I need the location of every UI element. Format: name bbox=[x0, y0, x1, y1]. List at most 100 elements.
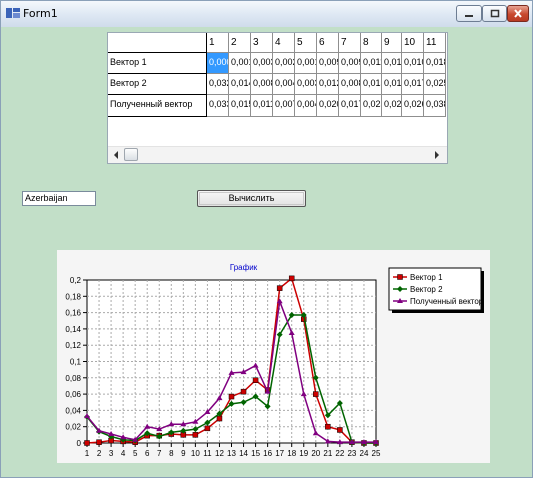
grid-row-header[interactable]: Вектор 2 bbox=[108, 74, 207, 95]
app-icon bbox=[6, 8, 20, 18]
calculate-button[interactable]: Вычислить bbox=[197, 190, 306, 207]
grid-cell[interactable]: 0,015 bbox=[382, 74, 402, 95]
grid-cell[interactable]: 0,011 bbox=[251, 95, 273, 117]
grid-cell[interactable]: 0,033 bbox=[207, 95, 229, 117]
calculate-button-focus-rect bbox=[199, 192, 304, 205]
x-tick-label: 18 bbox=[287, 449, 296, 458]
grid-column-header[interactable]: 4 bbox=[273, 33, 295, 53]
grid-cell[interactable]: 0,008 bbox=[251, 74, 273, 95]
x-tick-label: 2 bbox=[97, 449, 102, 458]
grid-cell[interactable]: 0,008 bbox=[339, 74, 361, 95]
y-tick-label: 0,12 bbox=[65, 341, 81, 350]
grid-column-header[interactable]: 1 bbox=[207, 33, 229, 53]
legend-label: Вектор 2 bbox=[410, 285, 443, 294]
grid-cell[interactable]: 0,020 bbox=[317, 95, 339, 117]
x-tick-label: 5 bbox=[133, 449, 138, 458]
grid-cell[interactable]: 0,010 bbox=[382, 53, 402, 74]
data-point-square bbox=[216, 415, 223, 422]
x-tick-label: 12 bbox=[215, 449, 224, 458]
grid-cell[interactable]: 0,015 bbox=[229, 95, 251, 117]
data-point-square bbox=[84, 440, 90, 446]
grid-column-header[interactable]: 3 bbox=[251, 33, 273, 53]
data-point-square bbox=[325, 423, 331, 430]
x-tick-label: 16 bbox=[263, 449, 272, 458]
legend-marker-square bbox=[397, 274, 403, 280]
scroll-left-arrow[interactable] bbox=[108, 147, 124, 163]
grid-cell[interactable]: 0,023 bbox=[361, 95, 382, 117]
data-point-square bbox=[192, 432, 199, 438]
grid-cell[interactable]: 0,017 bbox=[402, 74, 424, 95]
grid-column-header[interactable]: 7 bbox=[339, 33, 361, 53]
x-tick-label: 24 bbox=[360, 449, 369, 458]
x-tick-label: 20 bbox=[311, 449, 320, 458]
grid-cell[interactable]: 0,017 bbox=[339, 95, 361, 117]
grid-cell[interactable]: 0,025 bbox=[424, 74, 446, 95]
app-window: Form1 0,0380,0260,0230,0230,0170,0200,00… bbox=[0, 0, 533, 478]
grid-column-header[interactable]: 8 bbox=[361, 33, 382, 53]
grid-column-header[interactable]: 11 bbox=[424, 33, 446, 53]
x-tick-label: 19 bbox=[299, 449, 308, 458]
grid-cell[interactable]: 0,018 bbox=[424, 53, 446, 74]
x-tick-label: 3 bbox=[109, 449, 114, 458]
x-tick-label: 25 bbox=[372, 449, 381, 458]
chart-panel: 0 0,02 0,04 0,06 0,08 0,1 0,12 0,14 0,16 0,18 0,2 1… bbox=[57, 250, 490, 463]
grid-cell[interactable]: 0,000 bbox=[207, 53, 229, 74]
grid-cell[interactable]: 0,038 bbox=[424, 95, 446, 117]
grid-cell[interactable]: 0,001 bbox=[229, 53, 251, 74]
minimize-button[interactable] bbox=[456, 5, 482, 22]
grid-cell[interactable]: 0,004 bbox=[273, 74, 295, 95]
grid-cell[interactable]: 0,026 bbox=[402, 95, 424, 117]
data-point-square bbox=[240, 388, 247, 395]
grid-cell[interactable]: 0,009 bbox=[339, 53, 361, 74]
grid-cell[interactable]: 0,003 bbox=[251, 53, 273, 74]
y-tick-label: 0,06 bbox=[65, 390, 81, 399]
chart-title: График bbox=[230, 263, 258, 272]
data-grid[interactable]: 0,0380,0260,0230,0230,0170,0200,0040,007… bbox=[107, 32, 448, 164]
grid-cell[interactable]: 0,003 bbox=[295, 74, 317, 95]
x-tick-label: 11 bbox=[203, 449, 212, 458]
legend-label: Вектор 1 bbox=[410, 273, 443, 282]
grid-cell[interactable]: 0,010 bbox=[402, 53, 424, 74]
y-tick-label: 0,04 bbox=[65, 406, 81, 415]
close-button[interactable] bbox=[507, 5, 529, 22]
maximize-button[interactable] bbox=[482, 5, 507, 22]
grid-cell[interactable]: 0,011 bbox=[361, 53, 382, 74]
grid-column-header[interactable]: 10 bbox=[402, 33, 424, 53]
x-tick-label: 10 bbox=[191, 449, 200, 458]
scroll-right-arrow[interactable] bbox=[429, 147, 445, 163]
grid-cell[interactable]: 0,001 bbox=[295, 53, 317, 74]
x-tick-label: 22 bbox=[335, 449, 344, 458]
grid-cell[interactable]: 0,013 bbox=[361, 74, 382, 95]
scroll-thumb[interactable] bbox=[124, 148, 138, 161]
title-bar[interactable]: Form1 bbox=[1, 1, 532, 27]
data-point-square bbox=[96, 439, 102, 445]
country-input[interactable]: Azerbaijan bbox=[22, 191, 96, 206]
grid-row-header[interactable]: Полученный вектор bbox=[108, 95, 207, 117]
grid-row-header[interactable]: Вектор 1 bbox=[108, 53, 207, 74]
horizontal-scrollbar[interactable] bbox=[108, 146, 447, 163]
grid-cell[interactable]: 0,007 bbox=[273, 95, 295, 117]
data-point-square bbox=[252, 377, 259, 383]
x-tick-label: 7 bbox=[157, 449, 162, 458]
grid-cell[interactable]: 0,004 bbox=[295, 95, 317, 117]
grid-cell[interactable]: 0,012 bbox=[317, 74, 339, 95]
grid-corner-cell[interactable] bbox=[108, 33, 207, 53]
x-tick-label: 1 bbox=[85, 449, 90, 458]
grid-column-header[interactable]: 6 bbox=[317, 33, 339, 53]
data-point-square bbox=[228, 393, 235, 400]
grid-cell[interactable]: 0,014 bbox=[229, 74, 251, 95]
grid-column-header[interactable]: 2 bbox=[229, 33, 251, 53]
window-title: Form1 bbox=[23, 7, 58, 20]
data-point-square bbox=[276, 285, 283, 291]
x-tick-label: 17 bbox=[275, 449, 284, 458]
grid-cell[interactable]: 0,002 bbox=[273, 53, 295, 74]
grid-column-header[interactable]: 5 bbox=[295, 33, 317, 53]
grid-column-header[interactable]: 9 bbox=[382, 33, 402, 53]
grid-cell[interactable]: 0,032 bbox=[207, 74, 229, 95]
data-point-square bbox=[288, 275, 295, 282]
grid-cell[interactable]: 0,023 bbox=[382, 95, 402, 117]
grid-cell[interactable]: 0,009 bbox=[317, 53, 339, 74]
arrow-right-icon bbox=[435, 151, 439, 159]
line-chart: 0 0,02 0,04 0,06 0,08 0,1 0,12 0,14 0,16 0,18 0,2 1… bbox=[65, 263, 484, 458]
legend-label: Полученный вектор bbox=[410, 297, 484, 306]
